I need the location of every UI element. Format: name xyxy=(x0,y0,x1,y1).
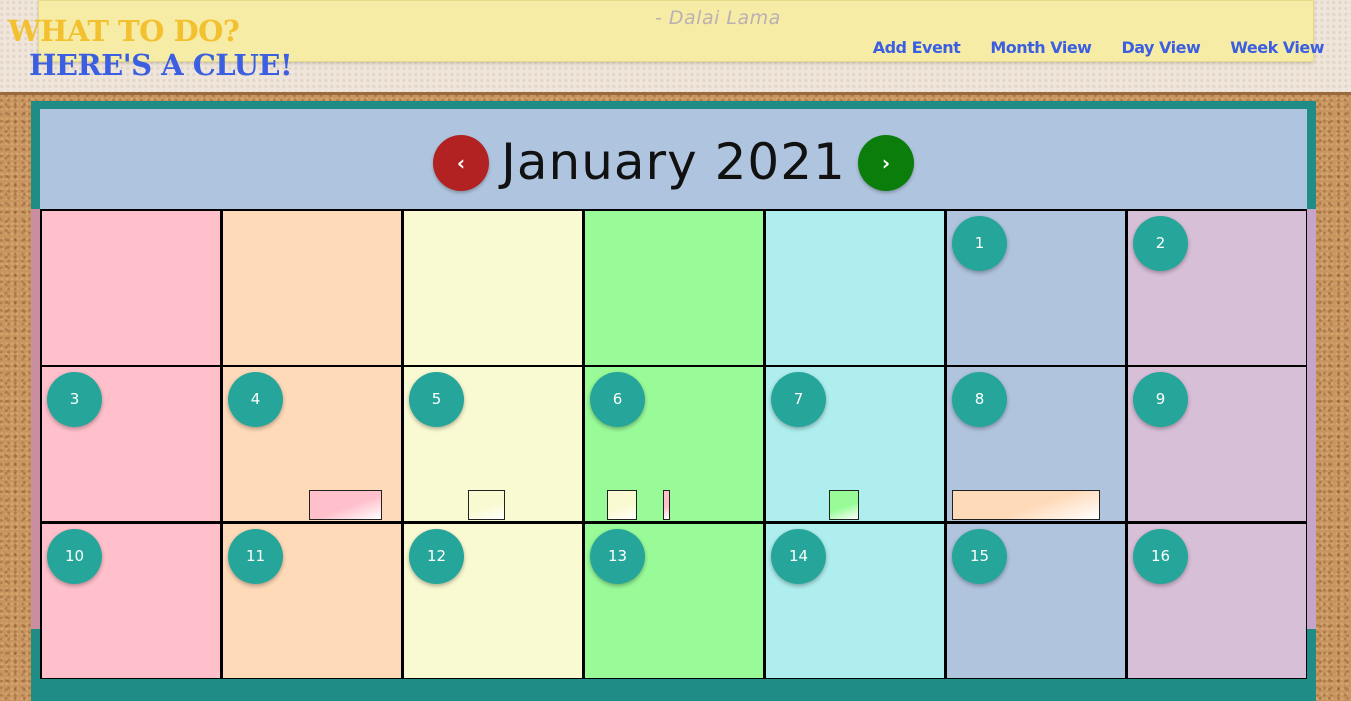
quote-author: - Dalai Lama xyxy=(655,7,781,29)
day-cell-16[interactable]: 16 xyxy=(1128,524,1306,678)
day-number[interactable]: 10 xyxy=(47,529,102,584)
day-cell-empty[interactable] xyxy=(404,211,582,365)
day-cell-15[interactable]: 15 xyxy=(947,524,1125,678)
app-header: - Dalai Lama WHAT TO DO? HERE'S A CLUE! … xyxy=(0,0,1351,95)
day-cell-1[interactable]: 1 xyxy=(947,211,1125,365)
nav-add-event[interactable]: Add Event xyxy=(873,38,961,57)
day-cell-11[interactable]: 11 xyxy=(223,524,401,678)
nav-day-view[interactable]: Day View xyxy=(1121,38,1200,57)
event-chip-day-8[interactable] xyxy=(952,490,1100,520)
day-cell-empty[interactable] xyxy=(766,211,944,365)
day-number[interactable]: 7 xyxy=(771,372,826,427)
calendar-header: ‹ January 2021 › xyxy=(40,109,1307,209)
event-chip-day-7[interactable] xyxy=(829,490,859,520)
logo[interactable]: WHAT TO DO? HERE'S A CLUE! xyxy=(8,14,293,82)
day-number[interactable]: 4 xyxy=(228,372,283,427)
event-chip-day-5[interactable] xyxy=(468,490,505,520)
frame-left-edge xyxy=(31,209,40,629)
day-number[interactable]: 3 xyxy=(47,372,102,427)
next-month-button[interactable]: › xyxy=(858,135,914,191)
day-cell-10[interactable]: 10 xyxy=(42,524,220,678)
logo-line1: WHAT TO DO? xyxy=(8,14,240,48)
day-cell-13[interactable]: 13 xyxy=(585,524,763,678)
main-nav: Add Event Month View Day View Week View xyxy=(873,38,1325,57)
logo-line2: HERE'S A CLUE! xyxy=(29,48,293,82)
calendar-grid: 1 2 3 4 5 6 7 8 9 10 11 12 13 14 15 16 xyxy=(40,209,1307,679)
day-cell-2[interactable]: 2 xyxy=(1128,211,1306,365)
day-number[interactable]: 6 xyxy=(590,372,645,427)
event-chip-day-6[interactable] xyxy=(607,490,637,520)
day-number[interactable]: 8 xyxy=(952,372,1007,427)
day-number[interactable]: 15 xyxy=(952,529,1007,584)
day-cell-3[interactable]: 3 xyxy=(42,367,220,521)
day-number[interactable]: 16 xyxy=(1133,529,1188,584)
day-cell-empty[interactable] xyxy=(585,211,763,365)
frame-right-edge xyxy=(1307,209,1316,629)
day-number[interactable]: 13 xyxy=(590,529,645,584)
day-number[interactable]: 2 xyxy=(1133,216,1188,271)
nav-month-view[interactable]: Month View xyxy=(990,38,1092,57)
day-cell-14[interactable]: 14 xyxy=(766,524,944,678)
event-chip-day-6[interactable] xyxy=(663,490,670,520)
day-cell-9[interactable]: 9 xyxy=(1128,367,1306,521)
day-number[interactable]: 9 xyxy=(1133,372,1188,427)
day-cell-empty[interactable] xyxy=(42,211,220,365)
day-number[interactable]: 11 xyxy=(228,529,283,584)
day-number[interactable]: 12 xyxy=(409,529,464,584)
day-cell-12[interactable]: 12 xyxy=(404,524,582,678)
nav-week-view[interactable]: Week View xyxy=(1230,38,1324,57)
day-number[interactable]: 14 xyxy=(771,529,826,584)
day-number[interactable]: 1 xyxy=(952,216,1007,271)
event-chip-day-4[interactable] xyxy=(309,490,382,520)
day-number[interactable]: 5 xyxy=(409,372,464,427)
month-title: January 2021 xyxy=(501,133,846,191)
day-cell-empty[interactable] xyxy=(223,211,401,365)
